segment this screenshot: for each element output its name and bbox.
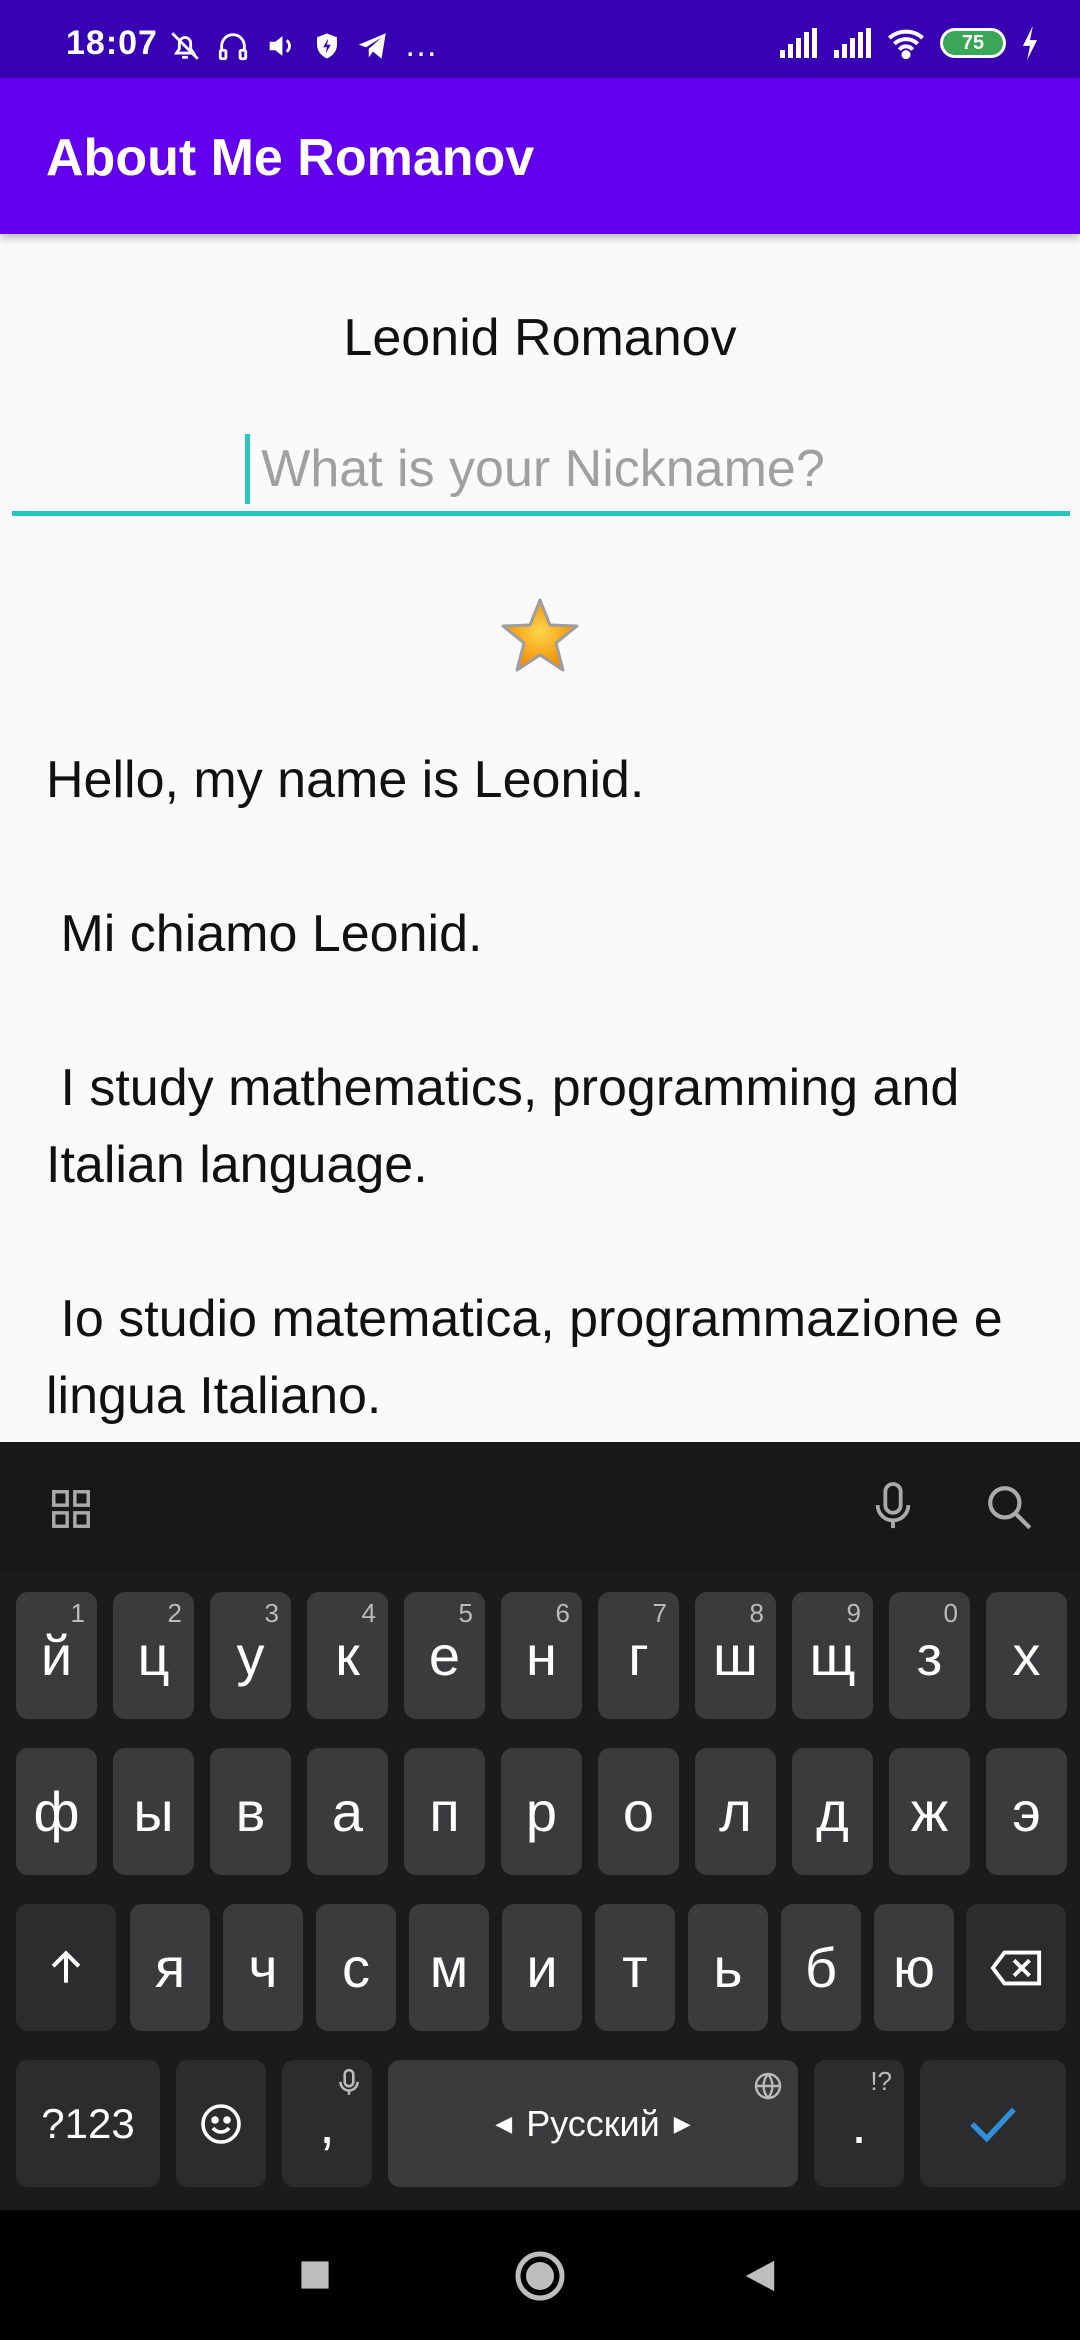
key[interactable]: ь (688, 1904, 768, 2031)
telegram-icon (358, 32, 386, 59)
key[interactable]: п (404, 1748, 485, 1875)
status-left-icons: … (168, 26, 438, 65)
key[interactable]: а (307, 1748, 388, 1875)
key[interactable]: 8ш (695, 1592, 776, 1719)
key[interactable]: ю (874, 1904, 954, 2031)
space-right-arrow-icon: ▶ (673, 2110, 691, 2136)
bell-off-icon (171, 31, 199, 60)
main-content: Leonid Romanov Hello, my name is Leonid.… (0, 234, 1080, 1442)
key[interactable]: ы (113, 1748, 194, 1875)
status-bar: 18:07 … 75 (0, 0, 1080, 78)
more-notifications-icon: … (404, 26, 438, 64)
checkmark-icon (970, 2107, 1016, 2142)
text-cursor (245, 434, 250, 504)
keyboard-toolbar (0, 1442, 1080, 1572)
charging-icon (1022, 26, 1038, 60)
key[interactable]: д (792, 1748, 873, 1875)
home-circle-icon[interactable] (512, 2248, 568, 2304)
mic-hint-icon (339, 2068, 359, 2095)
back-triangle-icon[interactable] (740, 2256, 778, 2296)
key[interactable]: р (501, 1748, 582, 1875)
signal-icon (780, 28, 817, 58)
navigation-bar (0, 2210, 1080, 2340)
emoji-icon (201, 2103, 241, 2144)
key[interactable]: 5е (404, 1592, 485, 1719)
key[interactable]: с (316, 1904, 396, 2031)
app-title: About Me Romanov (46, 129, 535, 187)
key[interactable]: и (502, 1904, 582, 2031)
status-right-icons: 75 (778, 26, 1040, 60)
symbols-key[interactable]: ?123 (16, 2060, 160, 2187)
globe-icon (754, 2072, 782, 2100)
key[interactable]: я (130, 1904, 210, 2031)
key[interactable]: 9щ (792, 1592, 873, 1719)
status-time: 18:07 (66, 24, 158, 62)
backspace-icon (990, 1950, 1042, 1985)
key[interactable]: ж (889, 1748, 970, 1875)
battery-indicator: 75 (940, 28, 1006, 58)
nickname-input[interactable] (12, 424, 1074, 513)
emoji-key[interactable] (176, 2060, 266, 2187)
microphone-icon[interactable] (870, 1480, 916, 1534)
name-text: Leonid Romanov (343, 309, 737, 367)
key[interactable]: ч (223, 1904, 303, 2031)
shift-key[interactable] (16, 1904, 116, 2031)
space-left-arrow-icon: ◀ (495, 2110, 513, 2136)
key[interactable]: 7г (598, 1592, 679, 1719)
key[interactable]: 6н (501, 1592, 582, 1719)
key[interactable]: т (595, 1904, 675, 2031)
backspace-key[interactable] (966, 1904, 1066, 2031)
shield-icon (317, 33, 337, 58)
volume-icon (269, 35, 291, 56)
key[interactable]: м (409, 1904, 489, 2031)
grid-menu-icon[interactable] (48, 1486, 94, 1532)
period-key[interactable]: !? . (814, 2060, 904, 2187)
recents-square-icon[interactable] (298, 2258, 332, 2292)
app-bar: About Me Romanov (0, 78, 1080, 234)
key[interactable]: ф (16, 1748, 97, 1875)
space-label: Русский (526, 2102, 660, 2144)
search-icon[interactable] (984, 1482, 1034, 1532)
key[interactable]: э (986, 1748, 1067, 1875)
key[interactable]: о (598, 1748, 679, 1875)
nickname-field[interactable] (12, 424, 1074, 516)
signal-icon-2 (834, 28, 871, 58)
wifi-icon (888, 29, 924, 60)
bio-text: Hello, my name is Leonid. Mi chiamo Leon… (46, 751, 1003, 1425)
key[interactable]: б (781, 1904, 861, 2031)
key[interactable]: в (210, 1748, 291, 1875)
key[interactable]: 1й (16, 1592, 97, 1719)
comma-key[interactable]: , (282, 2060, 372, 2187)
keyboard: 1й 2ц 3у 4к 5е 6н 7г 8ш 9щ 0з х ф ы в а … (0, 1442, 1080, 2210)
key[interactable]: 2ц (113, 1592, 194, 1719)
key[interactable]: л (695, 1748, 776, 1875)
headphones-icon (218, 32, 248, 60)
key[interactable]: 3у (210, 1592, 291, 1719)
shift-arrow-icon (51, 1949, 81, 1983)
space-key[interactable]: ◀ Русский ▶ (388, 2060, 798, 2187)
key[interactable]: 0з (889, 1592, 970, 1719)
enter-key[interactable] (920, 2060, 1066, 2187)
key[interactable]: х (986, 1592, 1067, 1719)
key[interactable]: 4к (307, 1592, 388, 1719)
star-icon (501, 598, 579, 672)
